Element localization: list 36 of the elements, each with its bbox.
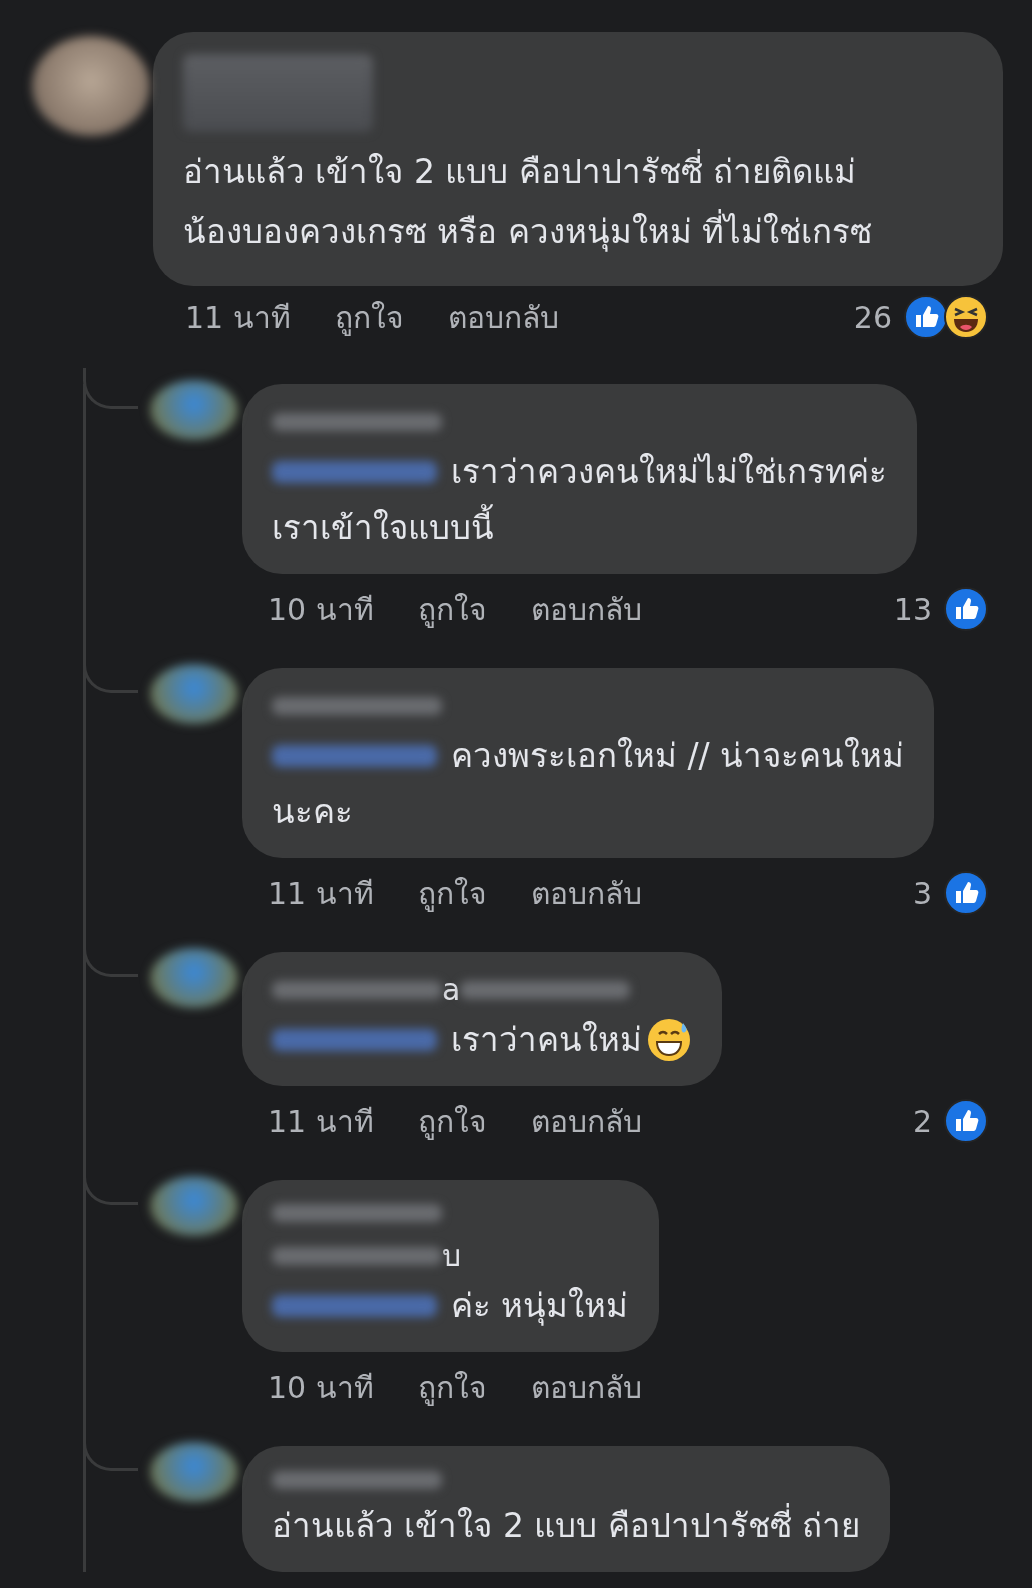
reaction-count: 26 <box>853 299 892 335</box>
timestamp: 10 นาที <box>268 590 374 629</box>
like-link[interactable]: ถูกใจ <box>417 1363 487 1411</box>
comment-text: ค่ะ หนุ่มใหม่ <box>451 1285 629 1328</box>
reaction-count: 3 <box>912 875 932 911</box>
grinning-sweat-emoji-icon <box>646 1017 692 1063</box>
name-fragment: a <box>442 971 461 1009</box>
reply-link[interactable]: ตอบกลับ <box>530 585 642 633</box>
comment-text: อ่านแล้ว เข้าใจ 2 แบบ คือปาปารัชซี่ ถ่ายติดแม่ <box>183 142 973 202</box>
timestamp: 11 นาที <box>268 874 374 913</box>
reaction-count: 13 <box>893 591 932 627</box>
like-link[interactable]: ถูกใจ <box>334 293 404 341</box>
timestamp: 11 นาที <box>268 1102 374 1141</box>
timestamp: 10 นาที <box>268 1368 374 1407</box>
like-reaction-icon <box>944 587 988 631</box>
reaction-count: 2 <box>912 1103 932 1139</box>
timestamp: 11 นาที <box>185 298 291 337</box>
comment-text: นะคะ <box>272 791 353 833</box>
like-link[interactable]: ถูกใจ <box>417 585 487 633</box>
comment-text: เราเข้าใจแบบนี้ <box>272 500 494 556</box>
like-link[interactable]: ถูกใจ <box>417 1097 487 1145</box>
reply-link[interactable]: ตอบกลับ <box>530 869 642 917</box>
like-link[interactable]: ถูกใจ <box>417 869 487 917</box>
like-reaction-icon <box>944 1099 988 1143</box>
comment-text: น้องบองควงเกรซ หรือ ควงหนุ่มใหม่ ที่ไม่ใช่เกรซ <box>183 202 973 262</box>
like-reaction-icon <box>904 295 948 339</box>
like-reaction-icon <box>944 871 988 915</box>
comment-text: เราว่าควงคนใหม่ไม่ใช่เกรทค่ะ <box>451 451 887 493</box>
comment-text: ควงพระเอกใหม่ // น่าจะคนใหม่ <box>451 735 905 777</box>
reply-link[interactable]: ตอบกลับ <box>530 1363 642 1411</box>
reply-link[interactable]: ตอบกลับ <box>530 1097 642 1145</box>
comment-text: เราว่าคนใหม่ <box>451 1019 642 1061</box>
comment-text: อ่านแล้ว เข้าใจ 2 แบบ คือปาปารัชซี่ ถ่าย <box>272 1498 861 1554</box>
reply-link[interactable]: ตอบกลับ <box>447 293 559 341</box>
laughing-reaction-icon <box>944 295 988 339</box>
name-fragment: บ <box>442 1237 461 1275</box>
